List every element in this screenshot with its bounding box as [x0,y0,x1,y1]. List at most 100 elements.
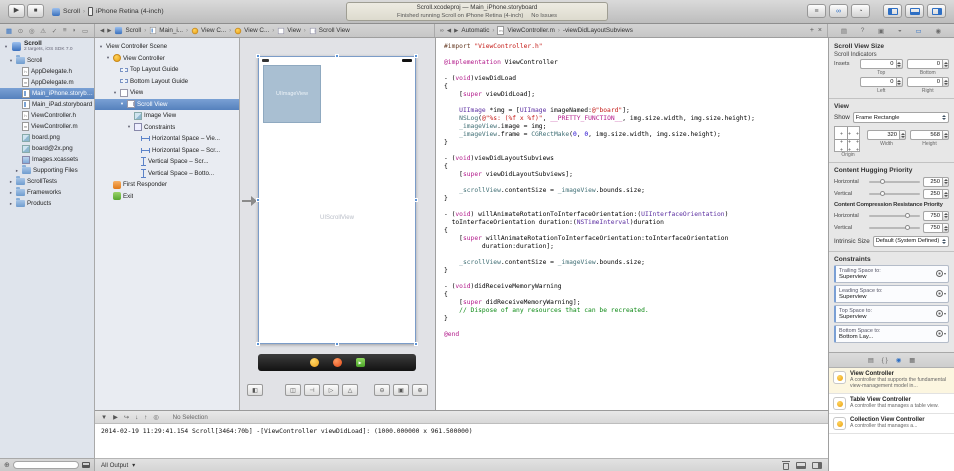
document-outline-toggle-button[interactable]: ◧ [247,384,263,396]
selection-handle[interactable] [414,54,418,58]
exit-icon[interactable]: ▶ [356,358,365,367]
selection-handle[interactable] [256,342,260,346]
close-assistant-editor-button[interactable]: × [818,27,822,34]
constraint-gear-button[interactable]: ▾ [936,330,946,337]
jumpbar-segment[interactable]: Main_i... [149,26,183,35]
disclosure-icon[interactable]: ▸ [8,179,14,185]
step-out-button[interactable]: ↑ [144,414,147,421]
library-item[interactable]: Table View ControllerA controller that m… [829,394,954,414]
zoom-in-button[interactable]: ⊕ [412,384,428,396]
stop-button[interactable]: ■ [27,4,44,18]
console-output[interactable]: 2014-02-19 11:29:41.154 Scroll[3464:70b]… [95,424,828,439]
slider-thumb-icon[interactable] [880,191,885,196]
debug-location-button[interactable]: ◎ [153,414,158,421]
stepper-icon[interactable] [899,130,906,140]
object-library-icon[interactable]: ◉ [896,357,902,364]
slider-thumb-icon[interactable] [905,225,910,230]
constraint-row[interactable]: Trailing Space to:Superview▾ [834,265,949,283]
size-inspector-icon[interactable]: ▭ [916,27,922,35]
selection-handle[interactable] [414,342,418,346]
assistant-editor-button[interactable]: ∞ [829,4,848,18]
add-file-button[interactable]: ⊕ [4,461,10,469]
inset-top-field-value[interactable]: 0 [860,59,896,69]
outline-row[interactable]: Vertical Space – Scr... [95,156,239,168]
inset-top-field[interactable]: 0 [860,59,903,69]
resizing-behavior-button[interactable]: △ [342,384,358,396]
constraint-row[interactable]: Top Space to:Superview▾ [834,305,949,323]
file-row[interactable]: ▾Scroll [0,55,94,66]
jumpbar-segment[interactable]: View C... [234,27,269,35]
identity-inspector-icon[interactable]: ▣ [878,27,884,35]
media-library-icon[interactable]: ▦ [909,357,915,364]
constraint-gear-button[interactable]: ▾ [936,310,946,317]
zoom-fit-button[interactable]: ▣ [393,384,409,396]
resolve-autolayout-button[interactable]: ▷ [323,384,339,396]
disclosure-icon[interactable]: ▾ [119,101,125,107]
priority-field-value[interactable]: 750 [923,211,942,221]
outline-row[interactable]: Horizontal Space – Scr... [95,145,239,157]
outline-row[interactable]: Bottom Layout Guide [95,76,239,88]
tracking-icon[interactable]: ∞ [440,28,444,34]
inset-bottom-field[interactable]: 0 [907,59,950,69]
log-navigator-icon[interactable]: ▭ [82,27,88,35]
scheme-selector[interactable]: Scroll › iPhone Retina (4-inch) [52,7,164,16]
code-snippet-library-icon[interactable]: { } [882,357,888,364]
back-button[interactable]: ◀ [100,28,104,34]
debug-navigator-icon[interactable]: ≡ [63,27,67,34]
priority-slider[interactable] [869,227,920,229]
library-item[interactable]: View ControllerA controller that support… [829,368,954,394]
file-row[interactable]: hAppDelegate.h [0,66,94,77]
debug-pane-toggle[interactable] [905,4,924,18]
symbol-navigator-icon[interactable]: ⊙ [18,27,23,35]
priority-field-value[interactable]: 750 [923,223,942,233]
jumpbar-segment[interactable]: View [277,27,301,35]
all-output-filter[interactable]: All Output [101,462,128,469]
navigator-pane-toggle[interactable] [883,4,902,18]
file-row[interactable]: Main_iPhone.storyboard [0,88,94,99]
outline-row[interactable]: ▾View Controller Scene [95,41,239,53]
slider-thumb-icon[interactable] [905,213,910,218]
variables-pane-toggle-icon[interactable] [796,462,806,469]
priority-field[interactable]: 250 [923,189,949,199]
console-pane-toggle-icon[interactable] [812,462,822,469]
file-row[interactable]: board@2x.png [0,143,94,154]
inset-right-field-value[interactable]: 0 [907,77,943,87]
project-row[interactable]: ▾ Scroll 2 targets, iOS SDK 7.0 [0,38,94,55]
file-row[interactable]: ▸Supporting Files [0,165,94,176]
project-navigator-icon[interactable]: ▦ [6,27,12,35]
stepper-icon[interactable] [942,211,949,221]
step-over-button[interactable]: ↪ [124,414,129,421]
stepper-icon[interactable] [942,223,949,233]
outline-row[interactable]: Exit [95,191,239,203]
file-row[interactable]: mViewController.m [0,121,94,132]
width-field[interactable]: 320 [867,130,906,140]
step-into-button[interactable]: ↓ [135,414,138,421]
outline-row[interactable]: ▾Scroll View [95,99,239,111]
stepper-icon[interactable] [896,59,903,69]
intrinsic-size-dropdown[interactable]: Default (System Defined) [873,236,949,247]
first-responder-icon[interactable] [333,358,342,367]
priority-field[interactable]: 250 [923,177,949,187]
utilities-pane-toggle[interactable] [927,4,946,18]
file-row[interactable]: ▸Frameworks [0,187,94,198]
disclosure-icon[interactable]: ▾ [126,124,132,130]
show-dropdown[interactable]: Frame Rectangle [853,112,949,123]
disclosure-icon[interactable]: ▸ [14,168,20,174]
stepper-icon[interactable] [942,77,949,87]
interface-builder-jump-bar[interactable]: ◀ ▶ Scroll›Main_i...›View C...›View C...… [95,24,435,37]
interface-builder-canvas[interactable]: UIImageView UIScrollView ▶ ◧ ◫⊣▷△ ⊖▣⊕ [240,38,435,410]
forward-button[interactable]: ▶ [107,28,111,34]
assistant-symbol[interactable]: -viewDidLayoutSubviews [563,27,633,34]
jumpbar-segment[interactable]: View C... [191,27,226,35]
outline-row[interactable]: ▾Constraints [95,122,239,134]
priority-slider[interactable] [869,193,920,195]
stepper-icon[interactable] [942,130,949,140]
assistant-back-button[interactable]: ◀ [447,28,451,34]
run-button[interactable]: ▶ [8,4,25,18]
view-controller-icon[interactable] [310,358,319,367]
assistant-jump-bar[interactable]: ∞ ◀ ▶ Automatic › m ViewController.m › -… [435,24,828,37]
disclosure-icon[interactable]: ▾ [105,55,111,61]
selection-handle[interactable] [256,54,260,58]
continue-button[interactable]: ▶ [113,414,118,421]
disclosure-icon[interactable]: ▾ [112,90,118,96]
